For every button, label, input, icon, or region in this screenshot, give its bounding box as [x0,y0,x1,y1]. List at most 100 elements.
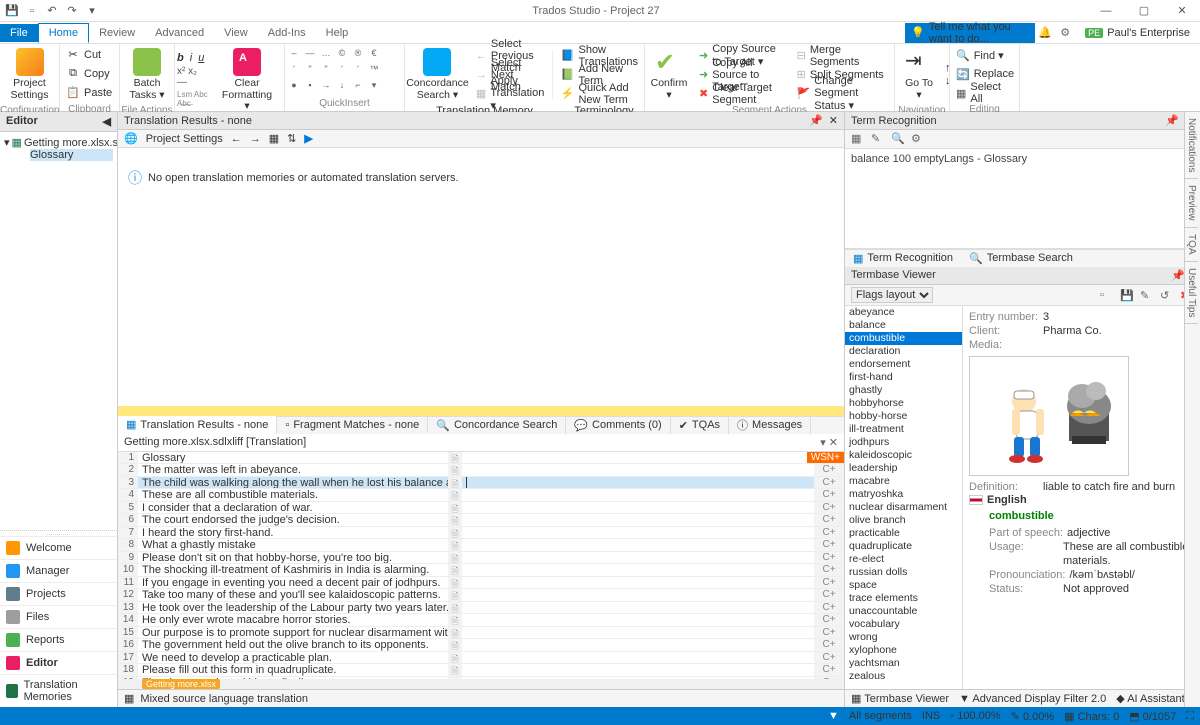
menu-addins[interactable]: Add-Ins [258,24,316,42]
term-list-item[interactable]: first-hand [845,371,962,384]
viewer-new-icon[interactable]: ▫ [1100,289,1114,301]
notification-bell-icon[interactable]: 🔔 [1035,26,1055,39]
arrow-right-icon[interactable]: → [250,133,261,145]
term-list-item[interactable]: zealous [845,670,962,683]
side-tips[interactable]: Useful Tips [1185,262,1198,324]
restore-icon[interactable]: ▢ [1126,0,1162,22]
menu-review[interactable]: Review [89,24,145,42]
status-expand-icon[interactable]: ⛶ [1186,710,1194,723]
tell-me-search[interactable]: 💡 Tell me what you want to do... [905,23,1035,43]
nav-manager[interactable]: Manager [0,559,117,582]
term-list-item[interactable]: balance [845,319,962,332]
copy-button[interactable]: ⧉Copy [62,65,116,83]
segment-row[interactable]: 2The matter was left in abeyance.🗎C+ [118,464,844,477]
term-list-item[interactable]: quadruplicate [845,540,962,553]
tb-find-icon[interactable]: 🔍 [891,132,905,146]
term-list-item[interactable]: macabre [845,475,962,488]
term-list-item[interactable]: russian dolls [845,566,962,579]
paste-button[interactable]: 📋Paste [62,84,116,102]
tab-term-recognition[interactable]: ▦ Term Recognition [845,250,961,267]
nav-projects[interactable]: Projects [0,582,117,605]
segment-row[interactable]: 1Glossary🗎C+ [118,452,844,465]
term-list-item[interactable]: olive branch [845,514,962,527]
qat-icon[interactable]: ▫ [24,3,40,19]
tb-set-icon[interactable]: ⚙ [911,132,925,146]
viewer-cancel-icon[interactable]: ↺ [1160,289,1174,302]
menu-help[interactable]: Help [316,24,359,42]
segment-row[interactable]: 3The child was walking along the wall wh… [118,477,844,490]
tb-new-icon[interactable]: ▦ [851,132,865,146]
term-list-item[interactable]: matryoshka [845,488,962,501]
tab-termbase-search[interactable]: 🔍 Termbase Search [961,250,1081,267]
clear-formatting-button[interactable]: AClear Formatting ▾ [212,46,282,115]
segment-row[interactable]: 16The government held out the olive bran… [118,639,844,652]
document-name[interactable]: Getting more.xlsx.sdlxliff [Translation] [124,436,306,449]
undo-icon[interactable]: ↶ [44,3,60,19]
segment-row[interactable]: 12Take too many of these and you'll see … [118,589,844,602]
grid-icon[interactable]: ▦ [269,132,279,145]
redo-icon[interactable]: ↷ [64,3,80,19]
segment-row[interactable]: 19They have re-elected him to Parliament… [118,677,844,680]
play-icon[interactable]: ▶ [304,132,312,145]
term-list-item[interactable]: wrong [845,631,962,644]
tab-tqas[interactable]: ✔ TQAs [671,417,729,434]
menu-view[interactable]: View [214,24,258,42]
pin-icon[interactable]: 📌 [1171,270,1185,282]
side-notifications[interactable]: Notifications [1185,112,1198,179]
arrow-left-icon[interactable]: ← [231,133,242,145]
goto-button[interactable]: ⇥Go To ▾ [897,46,941,103]
tb-edit-icon[interactable]: ✎ [871,132,885,146]
segment-row[interactable]: 6The court endorsed the judge's decision… [118,514,844,527]
nav-files[interactable]: Files [0,605,117,628]
term-list-item[interactable]: combustible [845,332,962,345]
tr-project-settings[interactable]: Project Settings [146,133,223,145]
quick-add-term-button[interactable]: ⚡ Quick Add New Term [557,85,642,103]
quickinsert-grid[interactable]: –—…©®€ '""''™ ●▪→↓⌐▾ [287,48,381,94]
pin-icon[interactable]: 📌 [809,114,823,127]
segment-row[interactable]: 8What a ghastly mistake🗎C+ [118,539,844,552]
segment-row[interactable]: 15Our purpose is to promote support for … [118,627,844,640]
menu-advanced[interactable]: Advanced [145,24,214,42]
close-icon[interactable]: ✕ [1164,0,1200,22]
close-panel-icon[interactable]: ✕ [829,114,838,127]
bottom-tab-ai[interactable]: ◆ AI Assistant [1116,692,1184,705]
side-tqa[interactable]: TQA [1185,228,1198,262]
nav-tm[interactable]: Translation Memories [0,674,117,707]
select-all-button[interactable]: ▦ Select All [952,84,1018,102]
pin-icon[interactable]: 📌 [1165,114,1179,127]
segment-row[interactable]: 7I heard the story first-hand.🗎C+ [118,527,844,540]
term-list-item[interactable]: leadership [845,462,962,475]
enterprise-badge[interactable]: PEPaul's Enterprise [1075,27,1200,39]
batch-tasks-button[interactable]: Batch Tasks ▾ [122,46,172,103]
project-settings-button[interactable]: Project Settings [2,46,57,103]
term-list-item[interactable]: xylophone [845,644,962,657]
term-list-item[interactable]: ghastly [845,384,962,397]
menu-home[interactable]: Home [38,23,89,43]
tree-minus-icon[interactable]: ▾ ▦ Getting more.xlsx.sdlxliff [ [4,136,113,149]
term-list-item[interactable]: nuclear disarmament [845,501,962,514]
side-preview[interactable]: Preview [1185,179,1198,228]
status-filter-icon[interactable]: ▼ [828,710,839,722]
menu-file[interactable]: File [0,24,38,42]
segment-row[interactable]: 11If you engage in eventing you need a d… [118,577,844,590]
bottom-tab-filter[interactable]: ▼ Advanced Display Filter 2.0 [959,693,1106,705]
clear-target-button[interactable]: ✖ Clear Target Segment [695,85,789,103]
layout-select[interactable]: Flags layout [851,287,933,303]
change-status-button[interactable]: 🚩 Change Segment Status ▾ [793,85,892,103]
segment-row[interactable]: 4These are all combustible materials.🗎C+ [118,489,844,502]
tree-file[interactable]: Getting more.xlsx.sdlxliff [ [24,137,117,149]
cut-button[interactable]: ✂Cut [62,46,116,64]
term-list-item[interactable]: kaleidoscopic [845,449,962,462]
find-button[interactable]: 🔍 Find ▾ [952,46,1018,64]
nav-welcome[interactable]: Welcome [0,536,117,559]
bottom-tab-termbase[interactable]: ▦ Termbase Viewer [851,692,949,705]
term-list-item[interactable]: yachtsman [845,657,962,670]
settings-gear-icon[interactable]: ⚙ [1055,26,1075,39]
minimize-icon[interactable]: — [1088,0,1124,22]
segment-row[interactable]: 17We need to develop a practicable plan.… [118,652,844,665]
collapse-left-icon[interactable]: ◀ [103,115,111,128]
sort-icon[interactable]: ⇅ [287,132,296,145]
term-list-item[interactable]: endorsement [845,358,962,371]
apply-translation-button[interactable]: ▦ Apply Translation ▾ [472,85,548,103]
tool-globe-icon[interactable]: 🌐 [124,132,138,145]
